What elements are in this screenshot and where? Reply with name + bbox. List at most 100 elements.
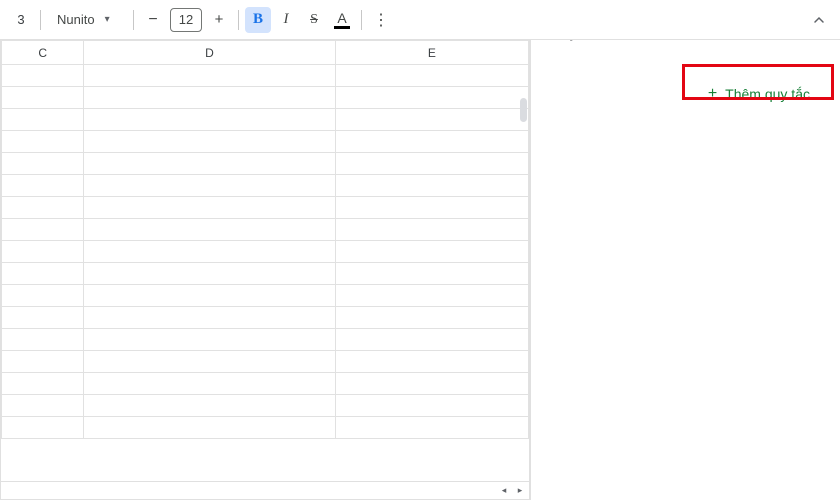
scroll-left-button[interactable]: ◂ [497,484,511,498]
table-row [2,373,529,395]
bold-button[interactable]: B [245,7,271,33]
toolbar-separator [133,10,134,30]
cell[interactable] [2,351,84,373]
cell[interactable] [2,109,84,131]
cell[interactable] [84,417,335,439]
cell[interactable] [335,219,528,241]
cell[interactable] [84,373,335,395]
cell[interactable] [84,65,335,87]
cell[interactable] [335,395,528,417]
cell[interactable] [335,373,528,395]
cell[interactable] [335,351,528,373]
cell[interactable] [335,109,528,131]
cell[interactable] [84,131,335,153]
table-row [2,219,529,241]
cell[interactable] [84,175,335,197]
table-row [2,307,529,329]
font-size-increase-button[interactable]: + [206,7,232,33]
cell[interactable] [335,87,528,109]
cell[interactable] [2,373,84,395]
cell[interactable] [2,131,84,153]
column-header-d[interactable]: D [84,41,335,65]
table-row [2,241,529,263]
cell[interactable] [2,263,84,285]
scroll-right-button[interactable]: ▸ [513,484,527,498]
table-row [2,87,529,109]
cell[interactable] [84,329,335,351]
cell[interactable] [335,329,528,351]
cell[interactable] [84,351,335,373]
sheet-table: C D E [1,40,529,439]
column-header-c[interactable]: C [2,41,84,65]
cell[interactable] [335,175,528,197]
cell[interactable] [335,197,528,219]
cell[interactable] [2,197,84,219]
cell[interactable] [84,263,335,285]
cell[interactable] [84,109,335,131]
cell[interactable] [2,417,84,439]
cell[interactable] [2,307,84,329]
cell[interactable] [2,395,84,417]
plus-icon: + [708,86,717,102]
spreadsheet: C D E ◂ ▸ [0,40,530,500]
cell[interactable] [335,417,528,439]
cell[interactable] [2,87,84,109]
cell[interactable] [2,175,84,197]
column-header-row: C D E [2,41,529,65]
cell[interactable] [84,395,335,417]
toolbar: 3 Nunito ▾ − 12 + B I S A ⋮ [0,0,840,40]
chevron-up-icon [813,14,825,26]
text-color-bar-icon [334,26,350,29]
cell[interactable] [335,241,528,263]
strikethrough-button[interactable]: S [301,7,327,33]
column-header-e[interactable]: E [335,41,528,65]
italic-button[interactable]: I [273,7,299,33]
horizontal-scrollbar: ◂ ▸ [1,481,529,499]
cell[interactable] [335,65,528,87]
cell[interactable] [2,65,84,87]
spreadsheet-grid[interactable]: C D E [1,40,529,481]
cell[interactable] [84,285,335,307]
font-size-input[interactable]: 12 [170,8,202,32]
table-row [2,285,529,307]
toolbar-separator [238,10,239,30]
leading-value: 3 [8,7,34,33]
text-color-button[interactable]: A [329,7,355,33]
table-row [2,131,529,153]
cell[interactable] [2,285,84,307]
cell[interactable] [84,87,335,109]
cell[interactable] [335,307,528,329]
cell[interactable] [84,197,335,219]
cell[interactable] [2,329,84,351]
font-family-select[interactable]: Nunito ▾ [47,7,127,33]
sidepanel-body: + Thêm quy tắc [531,64,840,500]
cell[interactable] [335,131,528,153]
cell[interactable] [84,153,335,175]
cell[interactable] [2,241,84,263]
cell[interactable] [2,153,84,175]
collapse-toolbar-button[interactable] [806,7,832,33]
cell[interactable] [84,219,335,241]
table-row [2,263,529,285]
font-size-decrease-button[interactable]: − [140,7,166,33]
table-row [2,109,529,131]
table-row [2,175,529,197]
cell[interactable] [84,307,335,329]
main-area: C D E ◂ ▸ Quy tắc xác thực dữ liệu × + [0,40,840,500]
cell[interactable] [2,219,84,241]
sidepanel-header: Quy tắc xác thực dữ liệu × [531,40,840,64]
cell[interactable] [335,153,528,175]
cell[interactable] [335,285,528,307]
cell[interactable] [335,263,528,285]
sidepanel-title: Quy tắc xác thực dữ liệu [547,40,732,42]
add-rule-button[interactable]: + Thêm quy tắc [698,80,820,108]
table-row [2,65,529,87]
close-sidepanel-button[interactable]: × [800,40,824,44]
cell[interactable] [84,241,335,263]
dropdown-icon: ▾ [105,14,110,25]
table-row [2,329,529,351]
more-formatting-button[interactable]: ⋮ [368,7,394,33]
table-row [2,395,529,417]
add-rule-label: Thêm quy tắc [725,86,810,102]
vertical-scrollbar-thumb[interactable] [520,98,527,122]
